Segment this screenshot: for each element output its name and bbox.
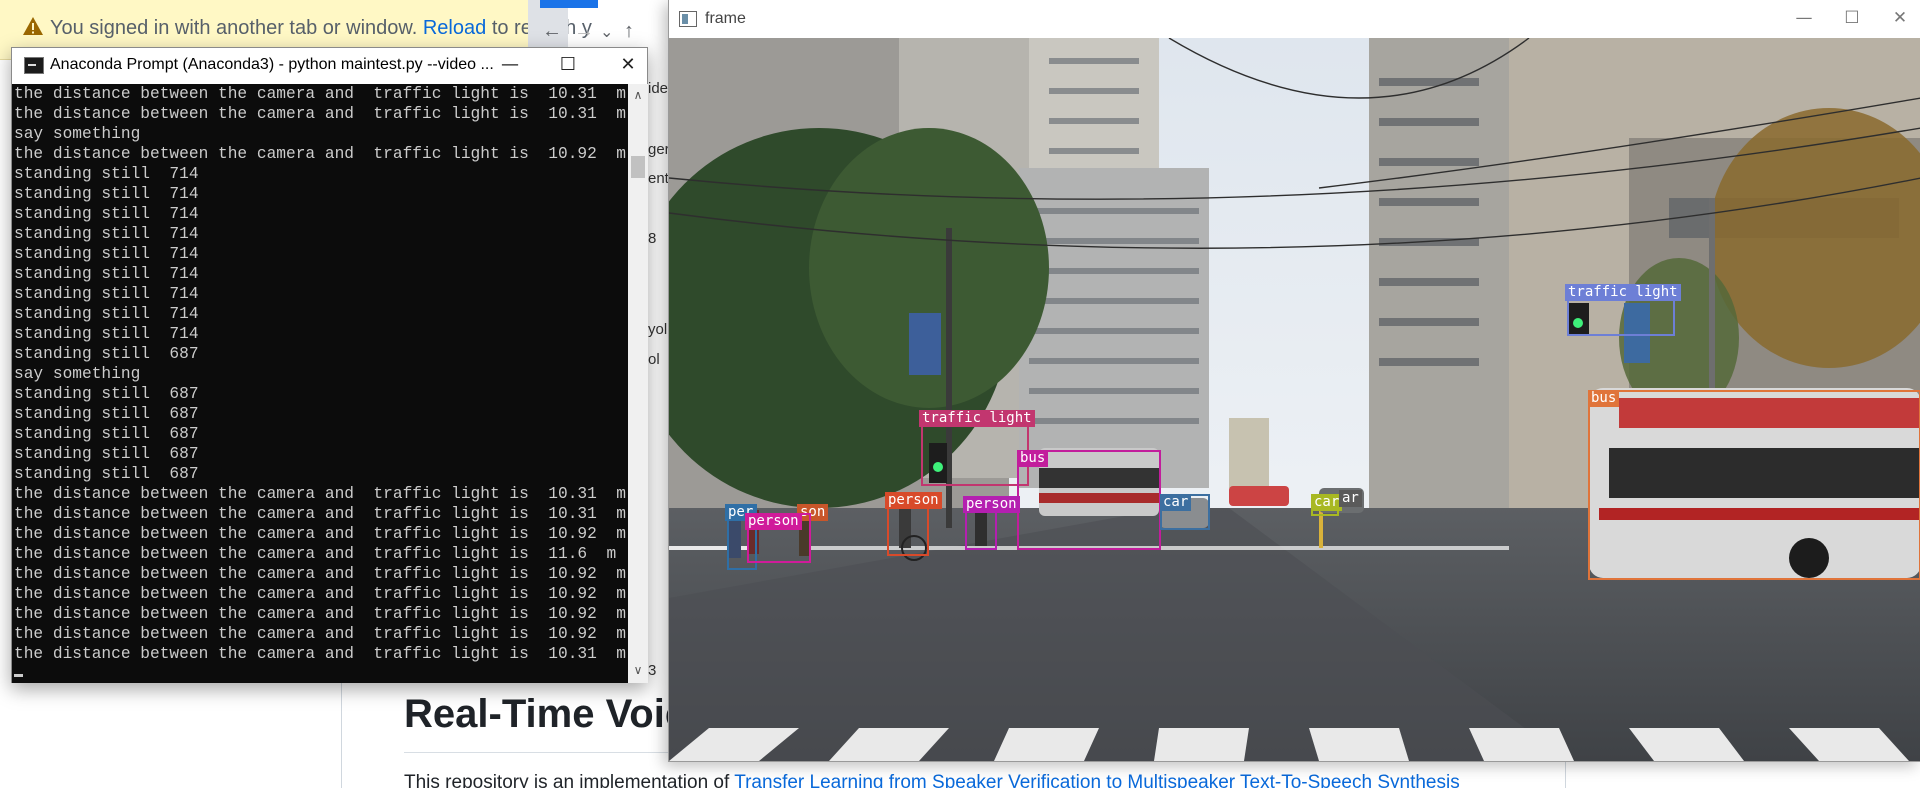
- scroll-down-icon[interactable]: ∨: [628, 663, 648, 679]
- detection-label: bus: [1017, 450, 1049, 467]
- detection-label: traffic light: [1565, 284, 1681, 301]
- console-line: the distance between the camera and traf…: [14, 505, 626, 523]
- console-line: the distance between the camera and traf…: [14, 605, 626, 623]
- readme-paragraph: This repository is an implementation of …: [404, 772, 1460, 788]
- detection-label: person: [745, 513, 802, 530]
- gutter-snippet: yol: [648, 321, 668, 338]
- desktop: You signed in with another tab or window…: [0, 0, 1920, 788]
- console-line: say something: [14, 125, 141, 143]
- paragraph-text: This repository is an implementation of: [404, 772, 730, 788]
- minimize-button[interactable]: —: [1781, 8, 1827, 32]
- anaconda-prompt-window[interactable]: Anaconda Prompt (Anaconda3) - python mai…: [11, 47, 648, 683]
- frame-window[interactable]: frame — ☐ ✕ traffic light bus traffic li…: [668, 0, 1920, 762]
- gutter-snippet: 8: [648, 230, 657, 247]
- console-line: the distance between the camera and traf…: [14, 585, 626, 603]
- maximize-button[interactable]: ☐: [546, 54, 590, 78]
- console-line: standing still 687: [14, 345, 199, 363]
- image-window-icon: [679, 11, 697, 27]
- chevron-down-icon[interactable]: ⌄: [600, 22, 613, 42]
- forward-arrow-icon[interactable]: →: [574, 20, 594, 43]
- gutter-snippet: ide: [648, 80, 669, 97]
- console-line: the distance between the camera and traf…: [14, 105, 626, 123]
- detection-label: car: [1311, 494, 1343, 511]
- close-button[interactable]: ✕: [1877, 8, 1920, 32]
- readme-heading: Real-Time Voic: [404, 692, 688, 736]
- console-line: standing still 687: [14, 445, 199, 463]
- console-line: say something: [14, 365, 141, 383]
- console-line: standing still 714: [14, 205, 199, 223]
- console-output[interactable]: the distance between the camera and traf…: [12, 84, 628, 683]
- maximize-button[interactable]: ☐: [1829, 8, 1875, 32]
- console-scrollbar[interactable]: ∧ ∨: [628, 84, 648, 683]
- console-line: standing still 687: [14, 405, 199, 423]
- video-frame: traffic light bus traffic light bus pers…: [669, 38, 1920, 761]
- scroll-thumb[interactable]: [631, 156, 645, 178]
- console-line: the distance between the camera and traf…: [14, 565, 626, 583]
- frame-titlebar[interactable]: frame — ☐ ✕: [669, 0, 1920, 38]
- detection-label: person: [885, 492, 942, 509]
- console-cursor: [14, 674, 23, 677]
- signed-in-notice: You signed in with another tab or window…: [22, 16, 592, 40]
- console-line: standing still 714: [14, 185, 199, 203]
- console-line: the distance between the camera and traf…: [14, 525, 626, 543]
- console-line: the distance between the camera and traf…: [14, 85, 626, 103]
- console-line: standing still 687: [14, 385, 199, 403]
- console-line: the distance between the camera and traf…: [14, 545, 617, 563]
- console-line: standing still 714: [14, 325, 199, 343]
- gutter-snippet: ger: [648, 141, 670, 158]
- console-line: standing still 714: [14, 225, 199, 243]
- console-line: the distance between the camera and traf…: [14, 485, 626, 503]
- anaconda-window-title: Anaconda Prompt (Anaconda3) - python mai…: [50, 56, 494, 73]
- console-line: standing still 714: [14, 165, 199, 183]
- gutter-snippet: 3: [648, 662, 657, 679]
- console-line: standing still 714: [14, 265, 199, 283]
- active-tab-indicator: [540, 0, 598, 8]
- console-line: standing still 714: [14, 245, 199, 263]
- paper-link[interactable]: Transfer Learning from Speaker Verificat…: [734, 772, 1460, 788]
- up-arrow-icon[interactable]: ↑: [624, 20, 634, 43]
- detection-label: car: [1160, 494, 1192, 511]
- back-arrow-icon[interactable]: ←: [542, 20, 562, 43]
- detection-label: bus: [1588, 390, 1620, 407]
- detection-label: ar: [1339, 490, 1362, 507]
- detection-box: [1588, 390, 1920, 580]
- minimize-button[interactable]: —: [488, 54, 532, 78]
- terminal-icon: [24, 57, 44, 74]
- console-line: the distance between the camera and traf…: [14, 625, 626, 643]
- anaconda-titlebar[interactable]: Anaconda Prompt (Anaconda3) - python mai…: [12, 48, 647, 84]
- console-line: standing still 714: [14, 285, 199, 303]
- warning-icon: [23, 17, 43, 35]
- console-line: standing still 687: [14, 425, 199, 443]
- detection-label: person: [963, 496, 1020, 513]
- console-line: standing still 687: [14, 465, 199, 483]
- console-line: the distance between the camera and traf…: [14, 145, 626, 163]
- page-border: [341, 680, 342, 788]
- detection-label: traffic light: [919, 410, 1035, 427]
- scroll-up-icon[interactable]: ∧: [628, 88, 648, 104]
- close-button[interactable]: ✕: [606, 54, 650, 78]
- frame-window-title: frame: [705, 10, 746, 27]
- console-line: standing still 714: [14, 305, 199, 323]
- notice-text: You signed in with another tab or window…: [50, 17, 418, 39]
- console-line: the distance between the camera and traf…: [14, 645, 626, 663]
- gutter-snippet: ol: [648, 351, 660, 368]
- reload-link[interactable]: Reload: [423, 17, 486, 39]
